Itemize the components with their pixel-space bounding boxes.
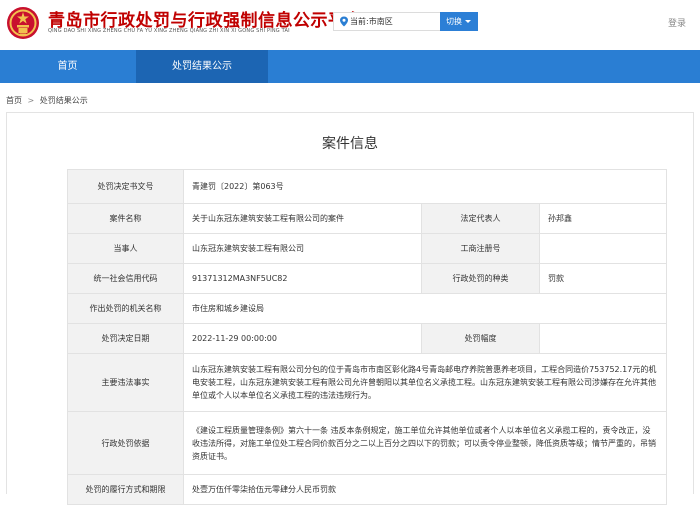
value-penalty-type: 罚款 [538, 263, 668, 294]
label-penalty-amount: 处罚幅度 [421, 323, 540, 354]
row-decision-date: 处罚决定日期 2022-11-29 00:00:00 处罚幅度 [67, 323, 668, 354]
main-nav: 首页 处罚结果公示 [0, 50, 700, 83]
caret-down-icon [465, 20, 471, 23]
value-party: 山东冠东建筑安装工程有限公司 [183, 233, 422, 264]
row-authority: 作出处罚的机关名称 市住房和城乡建设局 [67, 293, 668, 324]
label-main-facts: 主要违法事实 [67, 353, 184, 412]
switch-region-button[interactable]: 切换 [440, 12, 478, 31]
value-legal-basis: 《建设工程质量管理条例》第六十一条 违反本条例规定，施工单位允许其他单位或者个人… [182, 411, 668, 475]
label-performance: 处罚的履行方式和期限 [67, 474, 184, 505]
case-title: 案件信息 [322, 136, 378, 152]
label-biz-reg-no: 工商注册号 [421, 233, 540, 264]
value-penalty-amount [538, 323, 668, 354]
value-legal-rep: 孙邦鑫 [538, 203, 668, 234]
value-case-name: 关于山东冠东建筑安装工程有限公司的案件 [183, 203, 422, 234]
row-main-facts: 主要违法事实 山东冠东建筑安装工程有限公司分包的位于青岛市市南区彰化路4号青岛邮… [67, 353, 668, 412]
case-info-table: 处罚决定书文号 青建罚〔2022〕第063号 案件名称 关于山东冠东建筑安装工程… [67, 169, 668, 505]
label-party: 当事人 [67, 233, 184, 264]
breadcrumb-current: 处罚结果公示 [39, 96, 88, 105]
row-legal-basis: 行政处罚依据 《建设工程质量管理条例》第六十一条 违反本条例规定，施工单位允许其… [67, 411, 668, 475]
label-authority: 作出处罚的机关名称 [67, 293, 184, 324]
national-emblem-icon [7, 7, 39, 39]
nav-penalty-results[interactable]: 处罚结果公示 [136, 50, 268, 83]
value-biz-reg-no [538, 233, 668, 264]
breadcrumb-separator: > [27, 96, 35, 105]
case-panel: 案件信息 处罚决定书文号 青建罚〔2022〕第063号 案件名称 关于山东冠东建… [6, 112, 694, 505]
switch-label: 切换 [446, 17, 462, 26]
nav-home[interactable]: 首页 [0, 50, 135, 83]
row-decision-no: 处罚决定书文号 青建罚〔2022〕第063号 [67, 169, 668, 204]
breadcrumb: 首页 > 处罚结果公示 [6, 95, 88, 106]
label-legal-rep: 法定代表人 [421, 203, 540, 234]
breadcrumb-home[interactable]: 首页 [6, 96, 22, 105]
label-decision-no: 处罚决定书文号 [67, 169, 184, 204]
site-header: 青岛市行政处罚与行政强制信息公示平台 QING DAO SHI XING ZHE… [0, 0, 700, 50]
value-decision-date: 2022-11-29 00:00:00 [183, 323, 422, 354]
row-credit-code: 统一社会信用代码 91371312MA3NF5UC82 行政处罚的种类 罚款 [67, 263, 668, 294]
value-credit-code: 91371312MA3NF5UC82 [183, 263, 422, 294]
value-main-facts: 山东冠东建筑安装工程有限公司分包的位于青岛市市南区彰化路4号青岛邮电疗养院普惠养… [182, 353, 668, 412]
label-case-name: 案件名称 [67, 203, 184, 234]
location-text: 当前:市南区 [350, 17, 393, 26]
location-display: 当前:市南区 [333, 12, 441, 31]
value-decision-no: 青建罚〔2022〕第063号 [182, 169, 668, 204]
label-legal-basis: 行政处罚依据 [67, 411, 184, 475]
label-decision-date: 处罚决定日期 [67, 323, 184, 354]
label-credit-code: 统一社会信用代码 [67, 263, 184, 294]
value-performance: 处壹万伍仟零柒拾伍元零肆分人民币罚款 [182, 474, 668, 505]
row-party: 当事人 山东冠东建筑安装工程有限公司 工商注册号 [67, 233, 668, 264]
value-authority: 市住房和城乡建设局 [182, 293, 668, 324]
label-penalty-type: 行政处罚的种类 [421, 263, 540, 294]
row-case-name: 案件名称 关于山东冠东建筑安装工程有限公司的案件 法定代表人 孙邦鑫 [67, 203, 668, 234]
location-pin-icon [340, 16, 348, 27]
site-subtitle: QING DAO SHI XING ZHENG CHU FA YU XING Z… [48, 28, 290, 34]
row-performance: 处罚的履行方式和期限 处壹万伍仟零柒拾伍元零肆分人民币罚款 [67, 474, 668, 505]
login-link[interactable]: 登录 [668, 16, 686, 29]
